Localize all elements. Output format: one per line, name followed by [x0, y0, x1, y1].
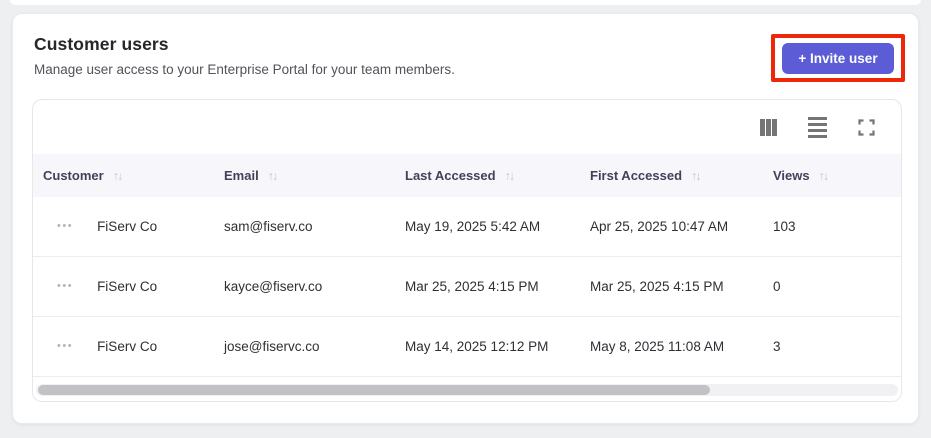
table-header-row: Customer ↑↓ Email ↑↓ Last Accessed ↑↓ Fi… — [33, 154, 901, 197]
table-row[interactable]: ••• FiServ Co sam@fiserv.co May 19, 2025… — [33, 197, 901, 257]
columns-icon[interactable] — [756, 115, 780, 139]
page-title: Customer users — [34, 34, 169, 54]
table-toolbar — [33, 100, 901, 154]
invite-user-button[interactable]: + Invite user — [782, 42, 894, 74]
views-cell: 103 — [773, 219, 796, 234]
email-cell: jose@fiservc.co — [224, 339, 320, 354]
users-table: Customer ↑↓ Email ↑↓ Last Accessed ↑↓ Fi… — [32, 99, 902, 402]
column-header-last-accessed[interactable]: Last Accessed ↑↓ — [405, 168, 590, 183]
columns-icon-glyph — [759, 118, 777, 136]
table-row[interactable]: ••• FiServ Co jose@fiservc.co May 14, 20… — [33, 317, 901, 377]
row-actions-icon[interactable]: ••• — [57, 341, 73, 352]
row-actions-icon[interactable]: ••• — [57, 221, 73, 232]
customer-users-panel: Customer users Manage user access to you… — [12, 13, 919, 424]
customer-cell: FiServ Co — [97, 279, 158, 294]
sort-icon[interactable]: ↑↓ — [113, 169, 123, 183]
table-row[interactable]: ••• FiServ Co kayce@fiserv.co Mar 25, 20… — [33, 257, 901, 317]
first-accessed-cell: May 8, 2025 11:08 AM — [590, 339, 725, 354]
sort-icon[interactable]: ↑↓ — [819, 169, 829, 183]
sort-icon[interactable]: ↑↓ — [268, 169, 278, 183]
sort-icon[interactable]: ↑↓ — [505, 169, 515, 183]
last-accessed-cell: May 14, 2025 12:12 PM — [405, 339, 549, 354]
adjacent-card-edge — [10, 0, 921, 5]
column-label: Last Accessed — [405, 168, 496, 183]
customer-cell: FiServ Co — [97, 219, 158, 234]
row-density-icon-glyph — [807, 116, 827, 138]
invite-user-highlight-box: + Invite user — [771, 34, 905, 82]
scrollbar-thumb[interactable] — [38, 385, 711, 395]
horizontal-scrollbar[interactable] — [36, 384, 898, 396]
first-accessed-cell: Mar 25, 2025 4:15 PM — [590, 279, 724, 294]
last-accessed-cell: Mar 25, 2025 4:15 PM — [405, 279, 539, 294]
fullscreen-icon-glyph — [857, 118, 875, 136]
email-cell: sam@fiserv.co — [224, 219, 313, 234]
customer-cell: FiServ Co — [97, 339, 158, 354]
column-header-first-accessed[interactable]: First Accessed ↑↓ — [590, 168, 773, 183]
email-cell: kayce@fiserv.co — [224, 279, 323, 294]
first-accessed-cell: Apr 25, 2025 10:47 AM — [590, 219, 729, 234]
column-header-customer[interactable]: Customer ↑↓ — [43, 168, 224, 183]
column-header-email[interactable]: Email ↑↓ — [224, 168, 405, 183]
column-label: Customer — [43, 168, 104, 183]
panel-header: Customer users Manage user access to you… — [13, 14, 918, 82]
sort-icon[interactable]: ↑↓ — [691, 169, 701, 183]
views-cell: 3 — [773, 339, 781, 354]
column-label: Email — [224, 168, 259, 183]
row-actions-icon[interactable]: ••• — [57, 281, 73, 292]
column-label: First Accessed — [590, 168, 683, 183]
fullscreen-icon[interactable] — [854, 115, 878, 139]
views-cell: 0 — [773, 279, 781, 294]
column-label: Views — [773, 168, 810, 183]
column-header-views[interactable]: Views ↑↓ — [773, 168, 891, 183]
last-accessed-cell: May 19, 2025 5:42 AM — [405, 219, 541, 234]
page-subtitle: Manage user access to your Enterprise Po… — [34, 62, 455, 77]
row-density-icon[interactable] — [805, 115, 829, 139]
